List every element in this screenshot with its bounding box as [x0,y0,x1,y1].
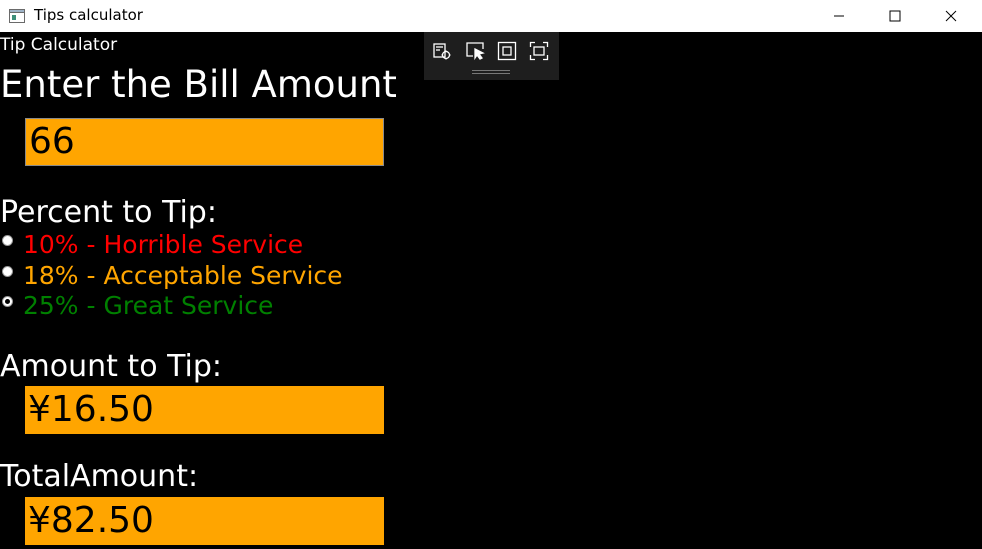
tip-option-label: 10% - Horrible Service [23,230,304,259]
display-layout-adorners-button[interactable] [496,41,518,65]
bill-amount-input[interactable] [25,118,384,166]
app-window: Tips calculator Tip Calculator Enter the… [0,0,982,549]
title-bar[interactable]: Tips calculator [0,0,982,32]
app-heading: Tip Calculator [0,35,118,55]
window-title: Tips calculator [34,6,143,24]
app-properties-icon [432,41,452,65]
select-element-button[interactable] [464,42,486,64]
amount-to-tip-value: ¥16.50 [25,386,384,434]
app-window-icon [9,8,25,23]
tip-option-18[interactable]: 18% - Acceptable Service [2,262,343,292]
total-amount-label: TotalAmount: [0,459,199,494]
close-icon [945,7,957,26]
toolbar-drag-handle[interactable] [472,73,510,74]
total-amount-value: ¥82.50 [25,497,384,545]
maximize-button[interactable] [872,0,918,32]
minimize-button[interactable] [816,0,862,32]
maximize-icon [889,7,901,26]
tip-option-label: 25% - Great Service [23,291,274,320]
tip-option-label: 18% - Acceptable Service [23,261,343,290]
toolbar-drag-handle[interactable] [472,70,510,71]
debug-toolbar[interactable] [424,32,559,80]
minimize-icon [833,7,845,26]
amount-to-tip-label: Amount to Tip: [0,349,222,384]
bill-amount-label: Enter the Bill Amount [0,63,397,106]
app-properties-button[interactable] [431,42,453,64]
radio-button[interactable] [2,266,13,277]
radio-button-selected[interactable] [2,296,13,307]
close-button[interactable] [928,0,974,32]
app-content: Tip Calculator Enter the Bill Amount Per… [0,32,982,549]
track-focus-button[interactable] [528,41,550,65]
radio-button[interactable] [2,235,13,246]
display-layout-adorners-icon [497,41,517,65]
percent-label: Percent to Tip: [0,195,217,230]
track-focus-icon [529,41,549,65]
tip-option-10[interactable]: 10% - Horrible Service [2,231,303,261]
select-element-icon [465,41,485,65]
tip-option-25[interactable]: 25% - Great Service [2,292,273,322]
